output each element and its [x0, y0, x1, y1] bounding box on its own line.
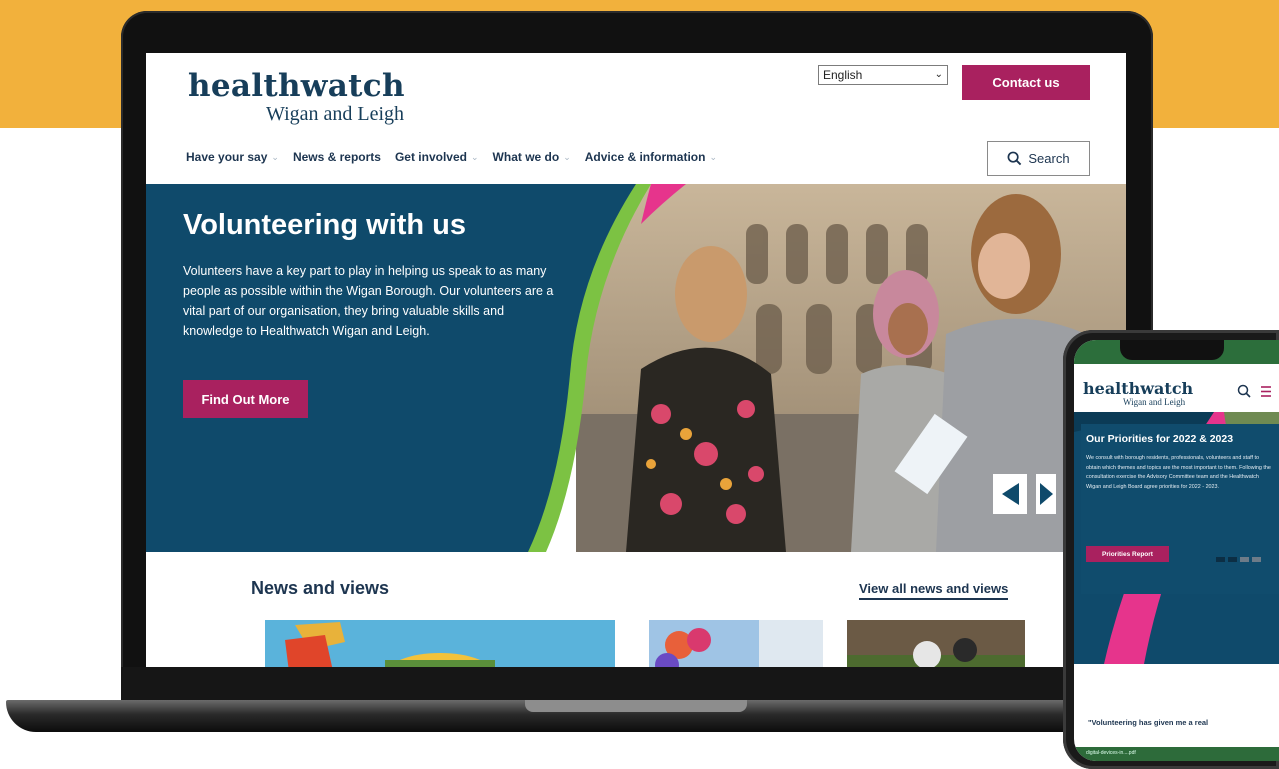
contact-us-button[interactable]: Contact us	[962, 65, 1090, 100]
news-section-title: News and views	[251, 578, 390, 598]
news-card-image[interactable]	[847, 620, 1025, 667]
phone-download-text[interactable]: digital-devices-in....pdf	[1086, 750, 1136, 756]
nav-item-label: Advice & information	[584, 150, 706, 164]
phone-notch	[1120, 340, 1224, 360]
nav-item-label: News & reports	[292, 150, 381, 164]
chevron-down-icon: ⌄	[471, 151, 479, 162]
logo-subtitle: Wigan and Leigh	[266, 103, 405, 125]
news-photo-balloons	[649, 620, 823, 667]
carousel-prev-button[interactable]	[993, 474, 1027, 514]
language-select-value: English	[823, 68, 863, 82]
hero-title: Volunteering with us	[183, 209, 467, 241]
search-button[interactable]: Search	[987, 141, 1090, 176]
nav-item-what-we-do[interactable]: What we do ⌄	[493, 150, 571, 164]
news-card-image[interactable]	[265, 620, 615, 667]
nav-item-label: Get involved	[394, 150, 467, 164]
carousel-next-button[interactable]	[1036, 474, 1056, 514]
arrow-left-icon	[1002, 483, 1019, 505]
nav-item-label: Have your say	[186, 150, 268, 164]
phone-hero-text: We consult with borough residents, profe…	[1086, 455, 1271, 490]
nav-item-news-reports[interactable]: News & reports	[293, 150, 381, 164]
phone-hero-title: Our Priorities for 2022 & 2023	[1086, 433, 1234, 445]
search-button-label: Search	[1028, 151, 1070, 166]
nav-item-get-involved[interactable]: Get involved ⌄	[395, 150, 479, 164]
nav-item-advice-information[interactable]: Advice & information ⌄	[585, 150, 717, 164]
carousel-dot[interactable]	[1240, 557, 1249, 562]
logo-wordmark: healthwatch	[188, 68, 405, 104]
carousel-dot[interactable]	[1228, 557, 1237, 562]
logo-subtitle: Wigan and Leigh	[1123, 397, 1186, 407]
carousel-dot[interactable]	[1252, 557, 1261, 562]
phone-site-logo[interactable]: healthwatch Wigan and Leigh	[1083, 379, 1194, 408]
menu-icon	[1261, 386, 1271, 397]
laptop-hinge-notch	[525, 700, 747, 712]
language-select[interactable]: English ⌄	[818, 65, 948, 85]
priorities-report-button[interactable]: Priorities Report	[1086, 546, 1169, 562]
search-icon[interactable]	[1237, 384, 1277, 400]
nav-item-have-your-say[interactable]: Have your say ⌄	[186, 150, 279, 164]
laptop-screen: healthwatch Wigan and Leigh English ⌄ Co…	[146, 53, 1126, 667]
logo-wordmark: healthwatch	[1083, 379, 1194, 398]
site-logo[interactable]: healthwatch Wigan and Leigh	[188, 69, 405, 125]
phone-quote: "Volunteering has given me a real	[1088, 718, 1209, 727]
phone-hero-panel	[1081, 424, 1279, 594]
chevron-down-icon: ⌄	[271, 151, 279, 162]
view-all-news-link[interactable]: View all news and views	[859, 581, 1009, 600]
chevron-down-icon: ⌄	[563, 151, 571, 162]
main-nav: Have your say ⌄ News & reports Get invol…	[186, 150, 717, 164]
find-out-more-button[interactable]: Find Out More	[183, 380, 308, 418]
carousel-dot[interactable]	[1216, 557, 1225, 562]
nav-item-label: What we do	[492, 150, 560, 164]
phone-screen: healthwatc healthwatch Wigan and Leigh O…	[1074, 340, 1279, 761]
news-photo-people	[847, 620, 1025, 667]
news-illustration	[265, 620, 615, 667]
hero-carousel: Volunteering with us Volunteers have a k…	[146, 184, 1126, 552]
arrow-right-icon	[1040, 483, 1053, 505]
chevron-down-icon: ⌄	[709, 151, 717, 162]
search-icon	[1007, 151, 1022, 166]
carousel-dots	[1216, 557, 1261, 562]
hero-text: Volunteers have a key part to play in he…	[183, 264, 554, 338]
chevron-down-icon: ⌄	[934, 69, 943, 80]
news-card-image[interactable]	[649, 620, 823, 667]
